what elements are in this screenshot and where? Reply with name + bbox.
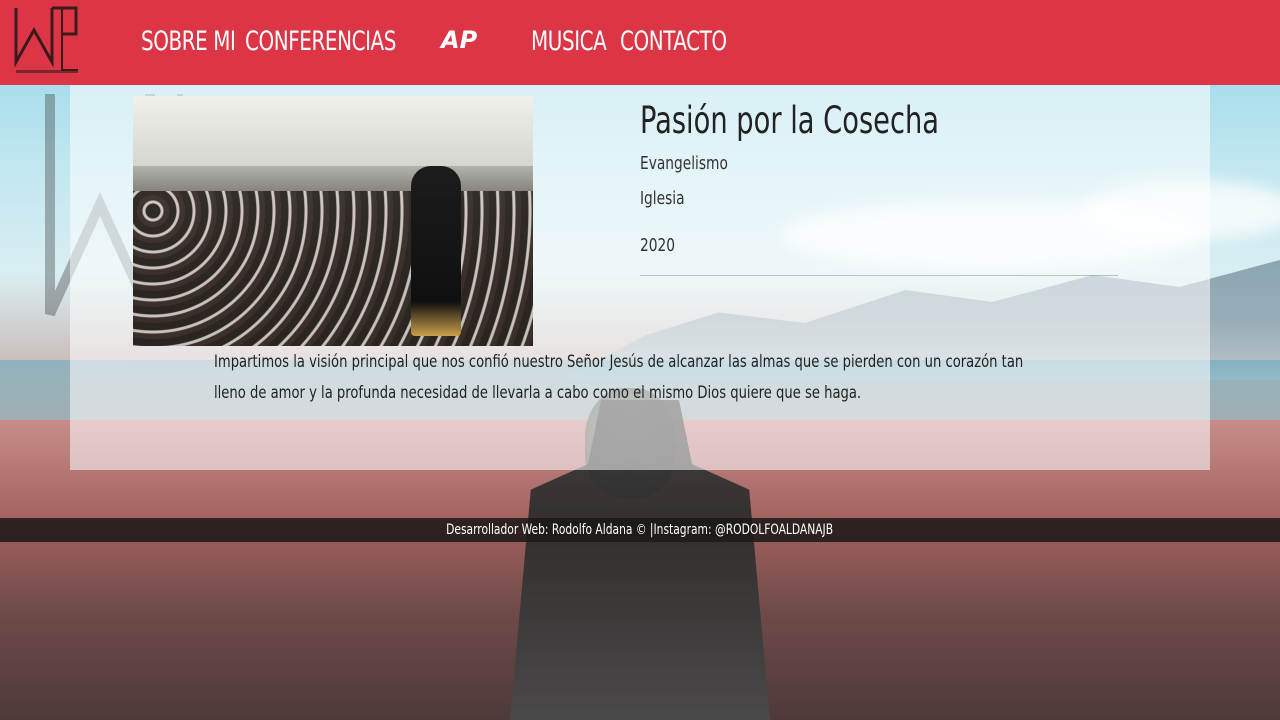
- photo-speaker: [411, 166, 461, 336]
- conference-photo: [133, 96, 533, 346]
- conference-category: Evangelismo: [640, 153, 728, 174]
- conference-panel: Pasión por la Cosecha Evangelismo Iglesi…: [70, 85, 1210, 470]
- conference-title: Pasión por la Cosecha: [640, 99, 940, 142]
- nav-ap-home[interactable]: AP: [441, 26, 477, 54]
- conference-venue: Iglesia: [640, 188, 685, 209]
- conference-year: 2020: [640, 235, 676, 256]
- nav-sobre-mi[interactable]: SOBRE MI: [141, 26, 236, 57]
- site-footer: Desarrollador Web: Rodolfo Aldana © |Ins…: [0, 518, 1280, 542]
- photo-audience: [133, 191, 533, 346]
- nav-musica[interactable]: MUSICA: [531, 26, 607, 57]
- divider: [640, 275, 1118, 276]
- photo-ceiling: [133, 96, 533, 166]
- nav-contacto[interactable]: CONTACTO: [620, 26, 727, 57]
- site-header: SOBRE MI CONFERENCIAS AP MUSICA CONTACTO: [0, 0, 1280, 85]
- logo-icon[interactable]: [12, 4, 82, 80]
- footer-credit: Desarrollador Web: Rodolfo Aldana © |Ins…: [446, 522, 834, 538]
- nav-conferencias[interactable]: CONFERENCIAS: [245, 26, 396, 57]
- conference-description: Impartimos la visión principal que nos c…: [214, 352, 1024, 403]
